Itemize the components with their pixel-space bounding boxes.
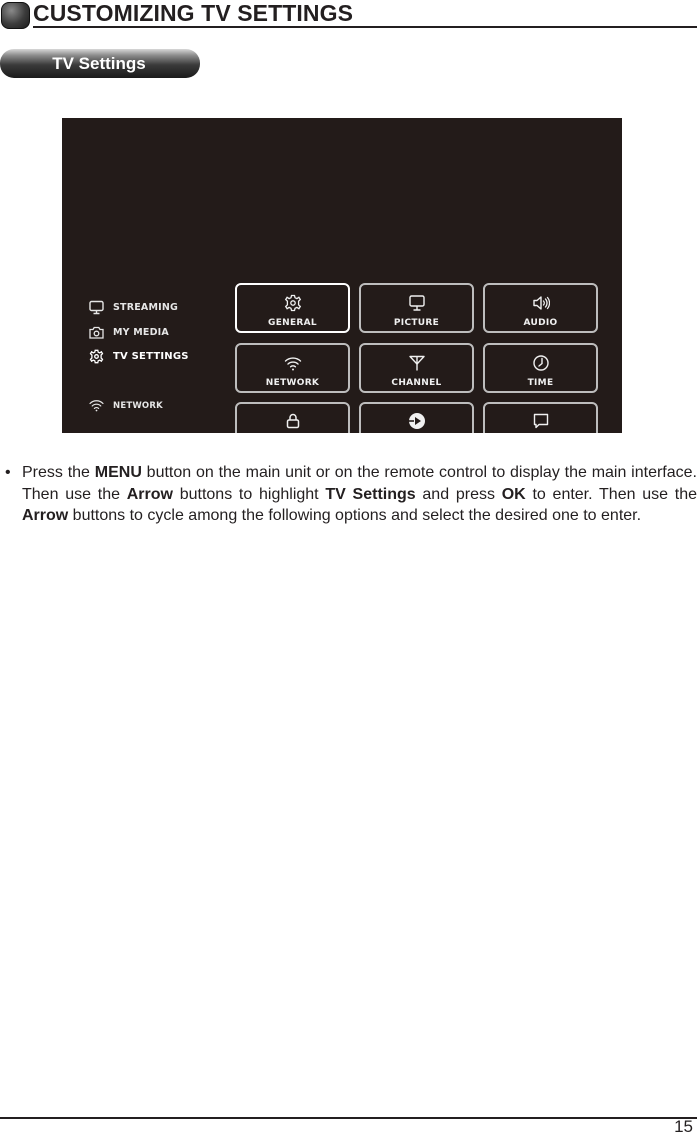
text-segment: Press the (22, 464, 95, 481)
sidebar-item-label: MY MEDIA (113, 327, 169, 338)
sidebar-item-tv-settings: TV SETTINGS (88, 349, 189, 364)
tile-general: GENERAL (235, 283, 350, 333)
tile-label: TIME (527, 378, 554, 388)
sidebar-item-label: NETWORK (113, 400, 163, 411)
tile-label: CHANNEL (391, 378, 442, 388)
menu-tv-settings: TV Settings (325, 485, 416, 503)
instruction-paragraph: • Press the MENU button on the main unit… (5, 462, 697, 527)
tile-label: NETWORK (265, 378, 320, 388)
tile-chat (483, 402, 598, 433)
key-menu: MENU (94, 464, 142, 481)
wifi-icon (284, 357, 301, 371)
lock-icon (286, 413, 299, 429)
wifi-icon (89, 400, 104, 412)
clock-icon (532, 355, 549, 371)
sidebar-item-label: STREAMING (113, 302, 179, 313)
camera-icon (89, 326, 104, 339)
gear-icon (89, 349, 104, 364)
instruction-text: Press the MENU button on the main unit o… (22, 462, 697, 527)
key-arrow: Arrow (126, 485, 173, 503)
tile-picture: PICTURE (359, 283, 474, 333)
sidebar-item-network: NETWORK (88, 398, 163, 413)
tv-screen-image: STREAMING MY MEDIA TV SETTINGS NETWORK G… (62, 118, 622, 433)
tile-lock (235, 402, 350, 433)
page-number: 15 (674, 1117, 693, 1136)
tile-time: TIME (483, 343, 598, 393)
tile-play (359, 402, 474, 433)
monitor-icon (89, 300, 104, 315)
speaker-icon (532, 296, 550, 310)
page-title: CUSTOMIZING TV SETTINGS (33, 0, 354, 26)
footer-divider (0, 1117, 697, 1119)
sidebar-item-my-media: MY MEDIA (88, 325, 169, 340)
text-segment: and press (415, 485, 502, 503)
monitor-icon (408, 295, 425, 311)
header-pill-icon (1, 2, 30, 29)
page-header: CUSTOMIZING TV SETTINGS (0, 0, 697, 30)
antenna-icon (408, 355, 425, 371)
tile-label: GENERAL (268, 318, 317, 328)
sidebar-item-streaming: STREAMING (88, 300, 178, 315)
chat-bubble-icon (533, 413, 548, 429)
header-divider (33, 26, 697, 28)
text-segment: buttons to cycle among the following opt… (68, 507, 642, 524)
bullet-marker: • (5, 464, 11, 481)
sidebar-item-label: TV SETTINGS (113, 351, 189, 362)
key-arrow: Arrow (22, 507, 69, 524)
gear-icon (284, 294, 301, 312)
tile-network: NETWORK (235, 343, 350, 393)
section-label: TV Settings (0, 49, 200, 78)
tile-audio: AUDIO (483, 283, 598, 333)
text-segment: buttons to highlight (172, 485, 326, 503)
tile-channel: CHANNEL (359, 343, 474, 393)
key-ok: OK (501, 485, 526, 503)
tile-label: AUDIO (523, 318, 558, 328)
tile-label: PICTURE (393, 318, 440, 328)
play-circle-icon (408, 413, 425, 429)
section-label-text: TV Settings (52, 54, 146, 73)
text-segment: to enter. Then use the (525, 485, 697, 503)
